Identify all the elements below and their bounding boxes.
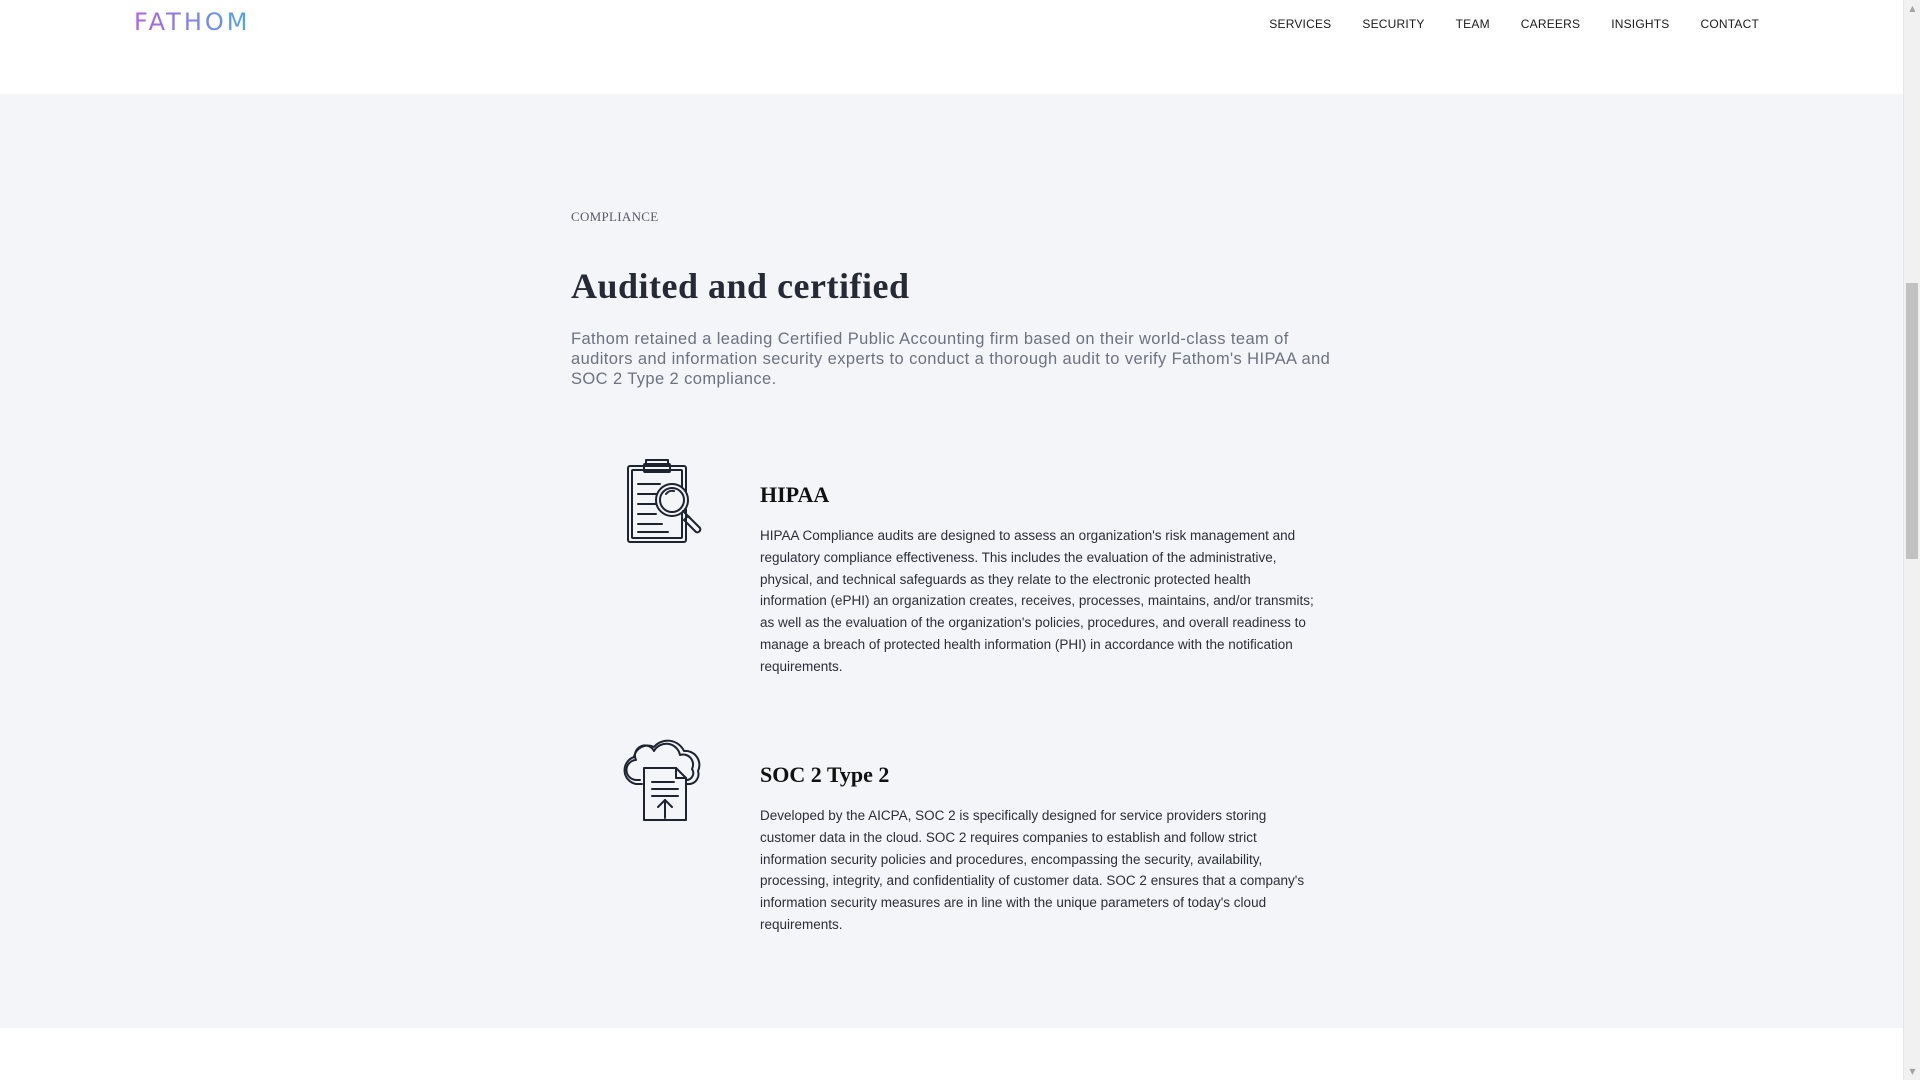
clipboard-search-icon — [616, 454, 712, 550]
feature-body-hipaa: HIPAA Compliance audits are designed to … — [760, 528, 1314, 674]
nav-contact[interactable]: CONTACT — [1700, 16, 1759, 32]
next-section-band — [0, 1028, 1903, 1080]
feature-title-soc2: SOC 2 Type 2 — [760, 762, 890, 787]
nav-insights[interactable]: INSIGHTS — [1611, 16, 1669, 32]
page: FATHOM SERVICES SECURITY TEAM CAREERS IN… — [0, 0, 1920, 1080]
fathom-logo[interactable]: FATHOM — [134, 8, 250, 36]
vertical-scrollbar[interactable]: ▲ ▼ — [1903, 0, 1920, 1080]
nav-careers[interactable]: CAREERS — [1521, 16, 1580, 32]
site-header: FATHOM SERVICES SECURITY TEAM CAREERS IN… — [0, 0, 1903, 94]
feature-hipaa: HIPAA HIPAA Compliance audits are design… — [571, 454, 1351, 694]
section-intro: Fathom retained a leading Certified Publ… — [571, 330, 1331, 388]
compliance-section: COMPLIANCE Audited and certified Fathom … — [0, 94, 1903, 1028]
section-eyebrow: COMPLIANCE — [571, 209, 659, 224]
nav-services[interactable]: SERVICES — [1269, 16, 1331, 32]
feature-body-soc2: Developed by the AICPA, SOC 2 is specifi… — [760, 808, 1305, 932]
scroll-up-arrow-icon[interactable]: ▲ — [1904, 0, 1920, 17]
feature-soc2: SOC 2 Type 2 Developed by the AICPA, SOC… — [571, 732, 1351, 952]
nav-security[interactable]: SECURITY — [1362, 16, 1424, 32]
section-title: Audited and certified — [571, 266, 910, 306]
scrollbar-thumb[interactable] — [1906, 283, 1918, 559]
cloud-upload-document-icon — [616, 732, 712, 828]
nav-team[interactable]: TEAM — [1456, 16, 1490, 32]
scroll-down-arrow-icon[interactable]: ▼ — [1904, 1063, 1920, 1080]
main-nav: SERVICES SECURITY TEAM CAREERS INSIGHTS … — [1238, 16, 1759, 32]
feature-title-hipaa: HIPAA — [760, 482, 830, 507]
